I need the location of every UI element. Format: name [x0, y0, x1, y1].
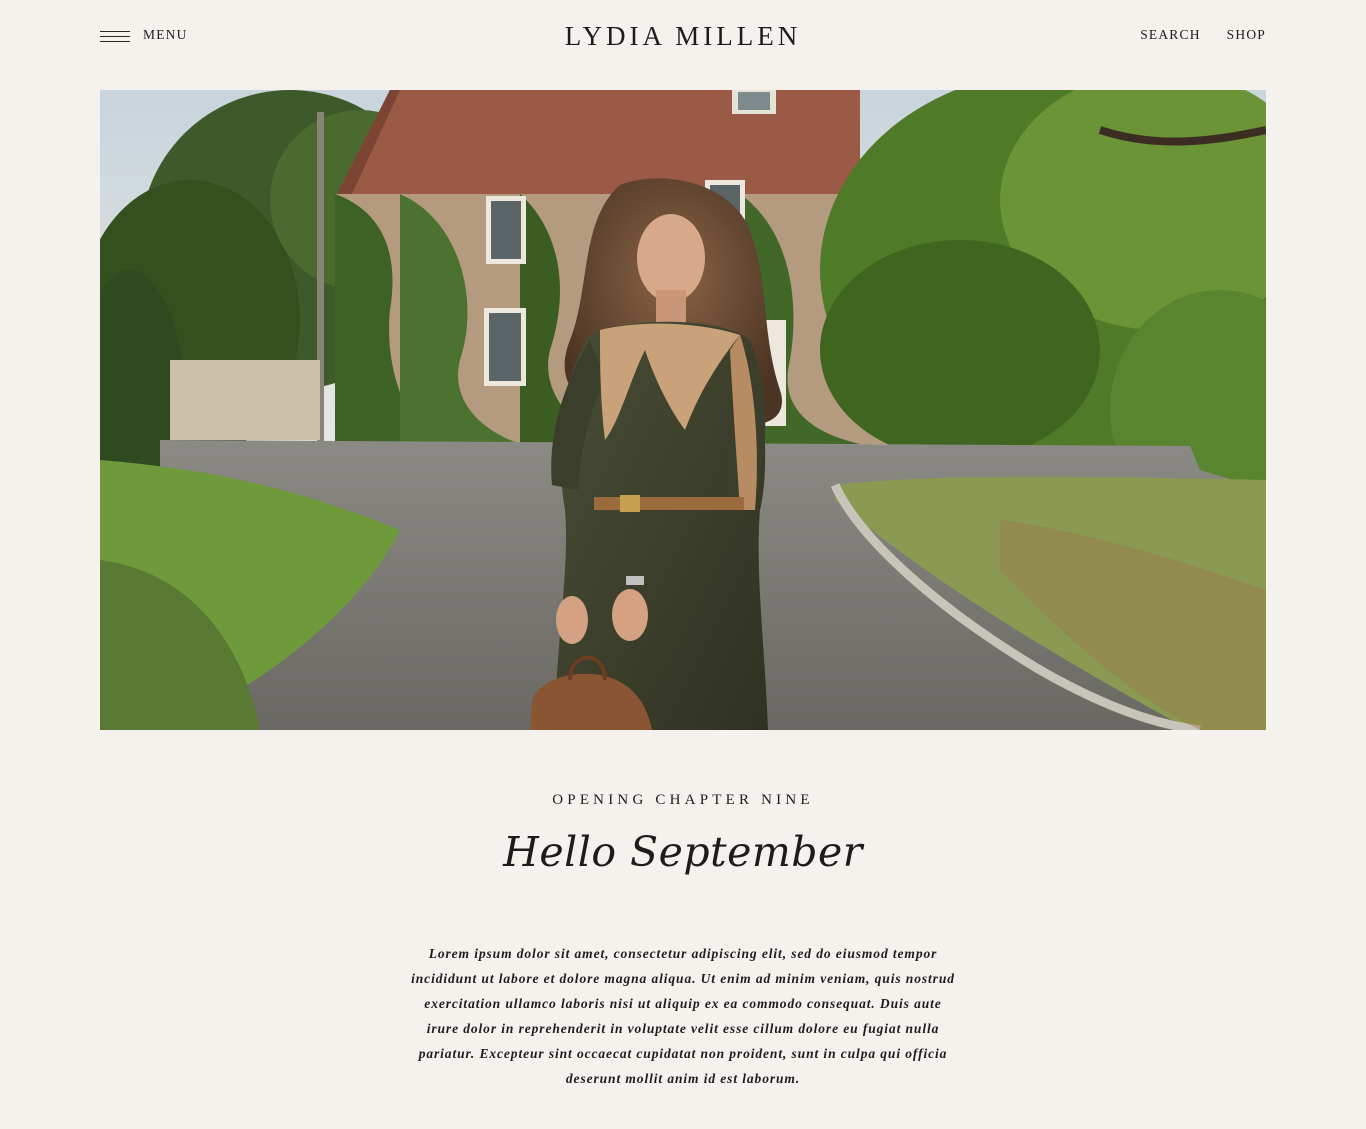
hero-image[interactable] — [100, 90, 1266, 730]
search-link[interactable]: SEARCH — [1140, 26, 1200, 44]
article-body: Lorem ipsum dolor sit amet, consectetur … — [411, 946, 955, 1086]
site-header: MENU LYDIA MILLEN SEARCH SHOP — [100, 0, 1266, 72]
header-nav: SEARCH SHOP — [1140, 26, 1266, 44]
shop-link[interactable]: SHOP — [1227, 26, 1266, 44]
site-logo[interactable]: LYDIA MILLEN — [100, 20, 1266, 52]
article-title: Hello September — [503, 828, 863, 876]
article-kicker: OPENING CHAPTER NINE — [552, 792, 814, 808]
hero-photo-illustration — [100, 90, 1266, 730]
